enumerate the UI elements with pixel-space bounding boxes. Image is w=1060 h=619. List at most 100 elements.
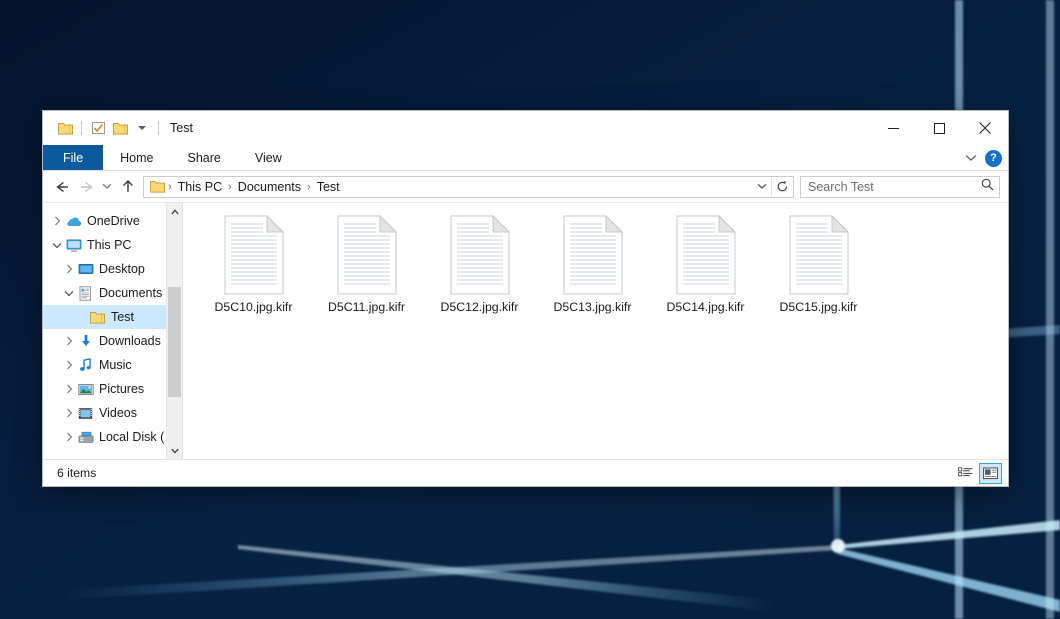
sidebar-item-label: Test xyxy=(111,310,134,324)
file-item[interactable]: D5C15.jpg.kifr xyxy=(762,211,875,331)
file-item[interactable]: D5C13.jpg.kifr xyxy=(536,211,649,331)
quick-access-toolbar[interactable]: Test xyxy=(43,111,193,145)
desktop-icon xyxy=(77,263,94,276)
minimize-button[interactable] xyxy=(870,111,916,145)
customize-qat-icon[interactable] xyxy=(131,117,153,139)
sidebar-item-test[interactable]: Test xyxy=(43,305,182,329)
chevron-right-icon[interactable] xyxy=(61,384,77,394)
title-bar[interactable]: Test xyxy=(43,111,1008,145)
chevron-right-icon[interactable] xyxy=(61,360,77,370)
scroll-up-icon[interactable] xyxy=(167,203,182,220)
refresh-icon[interactable] xyxy=(771,177,793,197)
sidebar-item-label: This PC xyxy=(87,238,131,252)
back-button[interactable] xyxy=(49,174,74,199)
folder-icon xyxy=(89,311,106,324)
chevron-right-icon[interactable] xyxy=(61,432,77,442)
search-box[interactable]: Search Test xyxy=(800,176,1000,198)
breadcrumb-documents[interactable]: Documents xyxy=(233,180,306,194)
details-view-button[interactable] xyxy=(954,463,977,484)
sidebar-item-onedrive[interactable]: OneDrive xyxy=(43,209,182,233)
tab-share[interactable]: Share xyxy=(171,145,238,170)
file-item[interactable]: D5C12.jpg.kifr xyxy=(423,211,536,331)
sidebar-item-label: OneDrive xyxy=(87,214,140,228)
sidebar-item-pictures[interactable]: Pictures xyxy=(43,377,182,401)
file-name-label: D5C10.jpg.kifr xyxy=(215,300,293,314)
sidebar-item-downloads[interactable]: Downloads xyxy=(43,329,182,353)
file-list-pane[interactable]: D5C10.jpg.kifr xyxy=(183,203,1008,459)
title-separator xyxy=(158,121,159,135)
sidebar-item-label: Pictures xyxy=(99,382,144,396)
documents-icon xyxy=(77,286,94,301)
onedrive-icon xyxy=(65,215,82,228)
scroll-down-icon[interactable] xyxy=(167,442,182,459)
chevron-right-icon[interactable] xyxy=(61,408,77,418)
new-folder-icon[interactable] xyxy=(109,117,131,139)
file-name-label: D5C14.jpg.kifr xyxy=(667,300,745,314)
close-button[interactable] xyxy=(962,111,1008,145)
previous-locations-icon[interactable] xyxy=(752,177,771,197)
search-icon[interactable] xyxy=(981,178,994,196)
sidebar-item-label: Music xyxy=(99,358,132,372)
sidebar-item-label: Desktop xyxy=(99,262,145,276)
sidebar-item-desktop[interactable]: Desktop xyxy=(43,257,182,281)
ribbon-right-controls[interactable]: ? xyxy=(965,145,1002,171)
downloads-icon xyxy=(77,334,94,348)
window-controls[interactable] xyxy=(870,111,1008,145)
address-bar-row[interactable]: › This PC › Documents › Test xyxy=(43,171,1008,202)
chevron-down-icon[interactable] xyxy=(49,242,65,249)
window-title: Test xyxy=(170,121,193,135)
breadcrumb-this-pc[interactable]: This PC xyxy=(173,180,227,194)
tab-home[interactable]: Home xyxy=(103,145,170,170)
chevron-right-icon[interactable] xyxy=(49,216,65,226)
sidebar-item-label: Downloads xyxy=(99,334,161,348)
breadcrumb-test[interactable]: Test xyxy=(312,180,345,194)
music-icon xyxy=(77,358,94,372)
sidebar-item-videos[interactable]: Videos xyxy=(43,401,182,425)
ribbon-tab-strip[interactable]: File Home Share View ? xyxy=(43,145,1008,171)
sidebar-item-documents[interactable]: Documents xyxy=(43,281,182,305)
desktop-background: Test File Home Share View xyxy=(0,0,1060,619)
file-item[interactable]: D5C10.jpg.kifr xyxy=(197,211,310,331)
search-input[interactable]: Search Test xyxy=(808,180,981,194)
generic-document-icon xyxy=(448,215,512,295)
chevron-right-icon[interactable] xyxy=(61,264,77,274)
generic-document-icon xyxy=(222,215,286,295)
maximize-button[interactable] xyxy=(916,111,962,145)
chevron-down-icon[interactable] xyxy=(965,149,977,167)
file-item[interactable]: D5C14.jpg.kifr xyxy=(649,211,762,331)
sidebar-item-local-disk-c[interactable]: Local Disk (C:) xyxy=(43,425,182,449)
file-grid[interactable]: D5C10.jpg.kifr xyxy=(197,211,1008,331)
sidebar-item-music[interactable]: Music xyxy=(43,353,182,377)
recent-locations-button[interactable] xyxy=(99,174,115,199)
generic-document-icon xyxy=(561,215,625,295)
breadcrumb[interactable]: › This PC › Documents › Test xyxy=(167,180,752,194)
tab-view[interactable]: View xyxy=(238,145,299,170)
file-name-label: D5C11.jpg.kifr xyxy=(328,300,405,314)
address-bar-end-controls[interactable] xyxy=(752,177,793,197)
qat-separator xyxy=(81,121,82,135)
chevron-down-icon[interactable] xyxy=(61,290,77,297)
up-button[interactable] xyxy=(115,174,140,199)
navigation-scrollbar[interactable] xyxy=(166,203,182,459)
file-name-label: D5C15.jpg.kifr xyxy=(780,300,858,314)
sidebar-item-this-pc[interactable]: This PC xyxy=(43,233,182,257)
tab-file[interactable]: File xyxy=(43,145,103,170)
folder-icon[interactable] xyxy=(54,117,76,139)
address-bar[interactable]: › This PC › Documents › Test xyxy=(143,176,794,198)
chevron-right-icon[interactable] xyxy=(61,336,77,346)
item-count-label: 6 items xyxy=(57,466,96,480)
properties-icon[interactable] xyxy=(87,117,109,139)
sidebar-item-label: Videos xyxy=(99,406,137,420)
pictures-icon xyxy=(77,383,94,396)
scrollbar-thumb[interactable] xyxy=(168,287,181,397)
file-explorer-window[interactable]: Test File Home Share View xyxy=(42,110,1009,487)
folder-tree[interactable]: OneDrive This PC xyxy=(43,203,182,449)
thispc-icon xyxy=(65,239,82,252)
navigation-pane[interactable]: OneDrive This PC xyxy=(43,203,183,459)
file-item[interactable]: D5C11.jpg.kifr xyxy=(310,211,423,331)
view-mode-buttons[interactable] xyxy=(954,463,1002,484)
videos-icon xyxy=(77,407,94,420)
large-icons-view-button[interactable] xyxy=(979,463,1002,484)
status-bar: 6 items xyxy=(43,459,1008,486)
help-icon[interactable]: ? xyxy=(985,150,1002,167)
